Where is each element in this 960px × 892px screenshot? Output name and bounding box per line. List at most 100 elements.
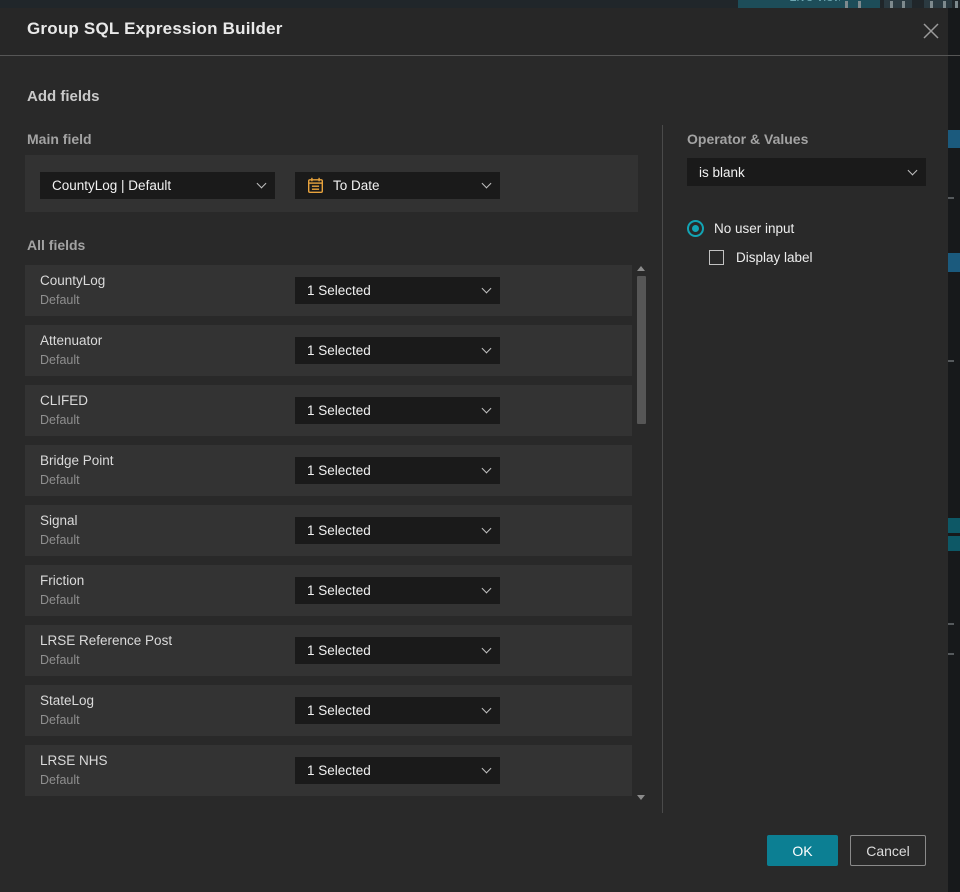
field-selection-select[interactable]: 1 Selected [295,757,500,784]
field-name: LRSE NHS [40,753,108,768]
field-row: Attenuator Default 1 Selected [25,325,632,376]
field-selection-value: 1 Selected [307,523,371,538]
chevron-down-icon [481,763,492,774]
field-selection-value: 1 Selected [307,403,371,418]
operator-values-label: Operator & Values [687,131,809,147]
field-selection-select[interactable]: 1 Selected [295,457,500,484]
operator-select-value: is blank [699,164,745,180]
field-sublabel: Default [40,653,80,667]
chevron-down-icon [481,643,492,654]
field-sublabel: Default [40,473,80,487]
field-selection-select[interactable]: 1 Selected [295,577,500,604]
field-selection-select[interactable]: 1 Selected [295,517,500,544]
field-sublabel: Default [40,713,80,727]
field-name: Bridge Point [40,453,114,468]
field-selection-value: 1 Selected [307,463,371,478]
background-fragment [948,536,960,551]
background-toolbar-fragment [924,0,952,8]
background-toolbar-tick [890,1,893,8]
chevron-down-icon [907,165,918,175]
chevron-down-icon [481,523,492,534]
field-row: LRSE NHS Default 1 Selected [25,745,632,796]
scrollbar-thumb[interactable] [637,276,646,424]
background-toolbar-tick [902,1,905,8]
background-toolbar-tick [858,1,861,8]
all-fields-list: CountyLog Default 1 Selected Attenuator … [25,265,632,805]
radio-selected-icon [687,220,704,237]
chevron-down-icon [481,463,492,474]
main-field-label: Main field [27,131,92,147]
field-sublabel: Default [40,413,80,427]
operator-select[interactable]: is blank [687,158,926,186]
field-sublabel: Default [40,293,80,307]
chevron-down-icon [256,178,267,189]
background-toolbar-tick [955,1,958,8]
background-toolbar-tick [943,1,946,8]
background-fragment [948,253,960,272]
display-label-checkbox[interactable]: Display label [709,250,813,265]
column-divider [662,125,663,813]
chevron-down-icon [481,343,492,354]
live-view-label: Live view [789,0,842,4]
field-name: CountyLog [40,273,106,288]
field-row: StateLog Default 1 Selected [25,685,632,736]
background-fragment [948,653,954,655]
field-sublabel: Default [40,773,80,787]
field-row: CLIFED Default 1 Selected [25,385,632,436]
checkbox-unchecked-icon [709,250,724,265]
background-fragment [948,518,960,533]
field-selection-select[interactable]: 1 Selected [295,637,500,664]
background-toolbar-fragment [884,0,912,8]
main-field-type-select[interactable]: To Date [295,172,500,199]
close-icon [923,23,939,39]
field-name: Signal [40,513,78,528]
calendar-icon [307,177,324,194]
field-row: CountyLog Default 1 Selected [25,265,632,316]
field-name: CLIFED [40,393,89,408]
field-sublabel: Default [40,353,80,367]
field-selection-value: 1 Selected [307,763,371,778]
background-fragment [948,623,954,625]
field-selection-value: 1 Selected [307,703,371,718]
background-toolbar-tick [845,1,848,8]
chevron-down-icon [481,703,492,714]
field-row: Signal Default 1 Selected [25,505,632,556]
main-field-select-value: CountyLog | Default [52,178,172,193]
chevron-down-icon [481,178,492,189]
chevron-down-icon [481,583,492,594]
field-row: Bridge Point Default 1 Selected [25,445,632,496]
field-selection-select[interactable]: 1 Selected [295,337,500,364]
field-row: Friction Default 1 Selected [25,565,632,616]
close-button[interactable] [918,18,944,44]
field-selection-select[interactable]: 1 Selected [295,697,500,724]
field-sublabel: Default [40,533,80,547]
field-name: Attenuator [40,333,103,348]
field-name: StateLog [40,693,95,708]
background-fragment [948,360,954,362]
field-selection-value: 1 Selected [307,583,371,598]
scrollbar-down-arrow[interactable] [637,795,645,800]
field-name: Friction [40,573,85,588]
chevron-down-icon [481,283,492,294]
field-sublabel: Default [40,593,80,607]
field-name: LRSE Reference Post [40,633,173,648]
field-selection-value: 1 Selected [307,343,371,358]
field-selection-value: 1 Selected [307,283,371,298]
all-fields-label: All fields [27,237,86,253]
display-label-label: Display label [736,250,813,265]
background-toolbar: Live view [0,0,960,8]
field-selection-select[interactable]: 1 Selected [295,397,500,424]
dialog-title: Group SQL Expression Builder [27,19,283,38]
main-field-select[interactable]: CountyLog | Default [40,172,275,199]
cancel-button[interactable]: Cancel [850,835,926,866]
main-field-panel: CountyLog | Default To Date [25,155,638,212]
field-selection-select[interactable]: 1 Selected [295,277,500,304]
background-toolbar-tick [930,1,933,8]
scrollbar-up-arrow[interactable] [637,266,645,271]
header-divider [0,55,960,56]
no-user-input-label: No user input [714,221,795,236]
ok-button[interactable]: OK [767,835,838,866]
no-user-input-radio[interactable]: No user input [687,220,794,237]
background-fragment [948,130,960,148]
field-selection-value: 1 Selected [307,643,371,658]
